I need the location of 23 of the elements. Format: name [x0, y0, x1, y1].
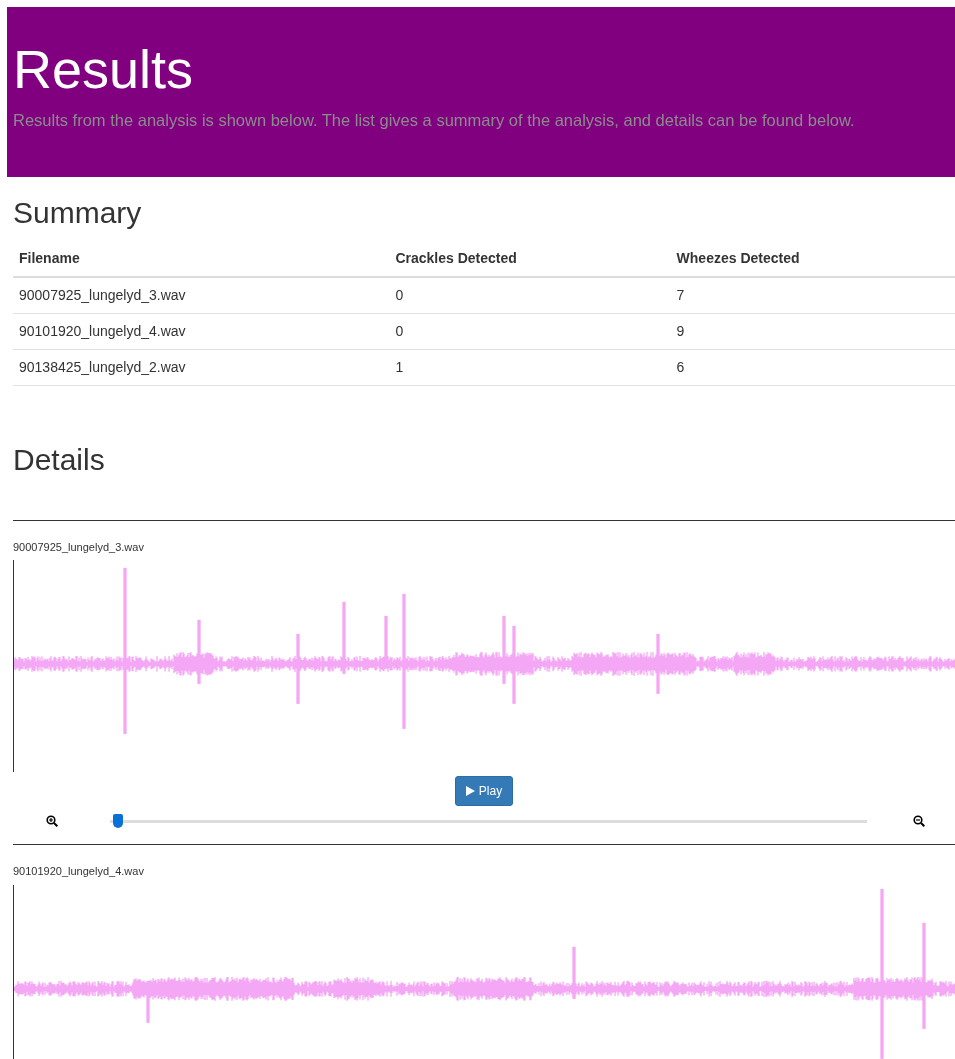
play-button[interactable]: Play	[454, 776, 514, 807]
file-name: 90007925_lungelyd_3.wav	[13, 539, 145, 555]
page-description: Results from the analysis is shown below. The list gives a summary of the analysis, and details can be found below.	[13, 109, 856, 131]
zoom-out-icon[interactable]	[913, 815, 925, 828]
section-heading: Details	[13, 441, 106, 478]
file-name: 90101920_lungelyd_4.wav	[13, 864, 145, 880]
table-cell: 1	[389, 349, 671, 386]
column-header: Filename	[13, 240, 390, 277]
table-cell: 6	[670, 349, 955, 386]
table-cell: 0	[389, 313, 671, 350]
table-cell: 7	[670, 276, 955, 314]
table-cell: 90007925_lungelyd_3.wav	[13, 276, 390, 314]
table-cell: 0	[389, 276, 671, 314]
zoom-in-icon[interactable]	[46, 815, 58, 828]
section-heading: Summary	[13, 194, 143, 231]
column-header: Crackles Detected	[389, 240, 671, 277]
table-cell: 90138425_lungelyd_2.wav	[13, 349, 390, 386]
slider-thumb[interactable]	[112, 814, 123, 829]
table-cell: 90101920_lungelyd_4.wav	[13, 313, 390, 350]
page-title: Results	[13, 38, 195, 101]
column-header: Wheezes Detected	[670, 240, 955, 277]
table-cell: 9	[670, 313, 955, 350]
play-icon	[465, 786, 475, 797]
